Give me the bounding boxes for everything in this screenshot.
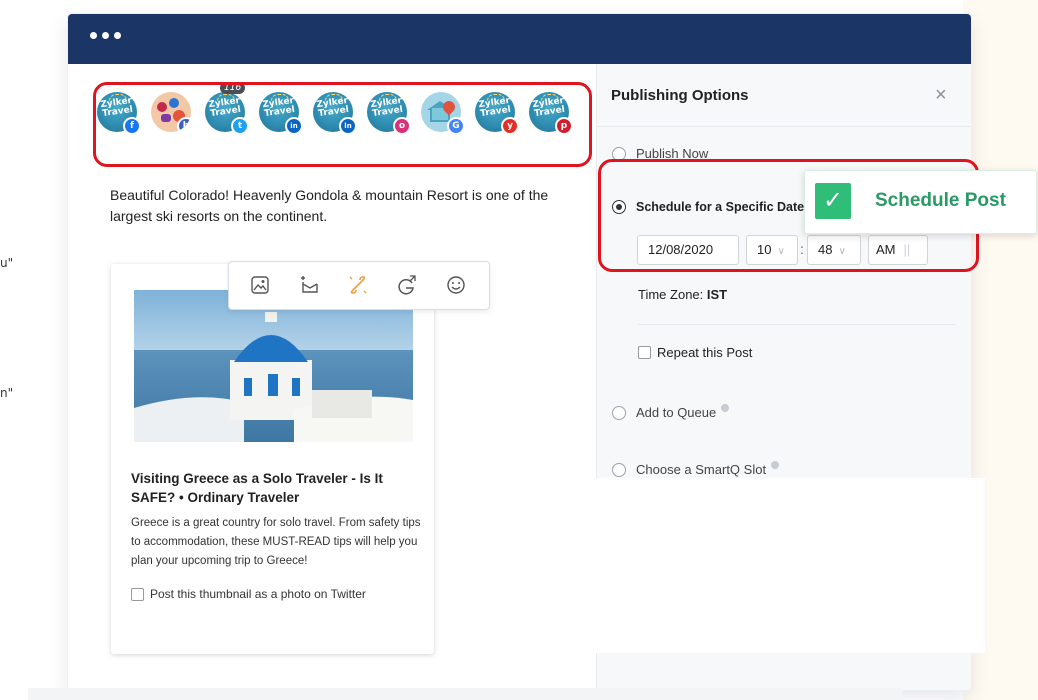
overlay-blank-region bbox=[565, 478, 985, 653]
edge-text-fragment: n" bbox=[0, 386, 14, 400]
add-to-queue-radio[interactable] bbox=[612, 405, 626, 420]
add-link-preview-icon[interactable] bbox=[299, 274, 321, 296]
link-thumbnail bbox=[134, 290, 413, 442]
smartq-radio[interactable] bbox=[612, 462, 626, 477]
divider bbox=[597, 126, 971, 127]
repeat-post-checkbox[interactable] bbox=[638, 346, 651, 359]
emoji-icon[interactable] bbox=[445, 274, 467, 296]
smartq-label: Choose a SmartQ Slot bbox=[636, 462, 767, 477]
checkmark-icon: ✓ bbox=[815, 183, 851, 219]
post-text[interactable]: Beautiful Colorado! Heavenly Gondola & m… bbox=[110, 185, 560, 227]
twitter-thumbnail-option[interactable]: Post this thumbnail as a photo on Twitte… bbox=[131, 587, 366, 601]
twitter-thumbnail-label: Post this thumbnail as a photo on Twitte… bbox=[150, 587, 366, 601]
close-icon[interactable]: × bbox=[935, 84, 947, 107]
schedule-post-toast: ✓ Schedule Post bbox=[804, 170, 1037, 234]
add-to-queue-label: Add to Queue bbox=[636, 405, 717, 420]
publishing-options-title: Publishing Options bbox=[611, 87, 749, 104]
accounts-highlight-frame bbox=[93, 82, 592, 167]
repeat-post-label: Repeat this Post bbox=[657, 345, 753, 360]
smartq-option[interactable]: Choose a SmartQ Slot bbox=[612, 460, 780, 477]
add-to-queue-option[interactable]: Add to Queue bbox=[612, 403, 730, 420]
media-toolbar bbox=[228, 261, 490, 310]
toast-message: Schedule Post bbox=[875, 190, 1006, 211]
link-preview-card: Visiting Greece as a Solo Traveler - Is … bbox=[111, 264, 434, 654]
bottom-strip bbox=[28, 688, 903, 700]
repeat-post-option[interactable]: Repeat this Post bbox=[638, 345, 752, 360]
timezone-display: Time Zone: IST bbox=[638, 287, 728, 302]
menu-dots-icon[interactable] bbox=[90, 32, 121, 39]
image-icon[interactable] bbox=[249, 274, 271, 296]
window-titlebar bbox=[68, 14, 971, 64]
unlink-icon[interactable] bbox=[347, 274, 369, 296]
google-icon[interactable] bbox=[395, 274, 417, 296]
info-icon[interactable] bbox=[771, 460, 780, 469]
divider bbox=[638, 324, 956, 325]
info-icon[interactable] bbox=[721, 403, 730, 412]
link-description: Greece is a great country for solo trave… bbox=[131, 517, 421, 567]
link-title[interactable]: Visiting Greece as a Solo Traveler - Is … bbox=[131, 469, 421, 507]
edge-text-fragment: u" bbox=[0, 256, 14, 270]
twitter-thumbnail-checkbox[interactable] bbox=[131, 587, 144, 601]
